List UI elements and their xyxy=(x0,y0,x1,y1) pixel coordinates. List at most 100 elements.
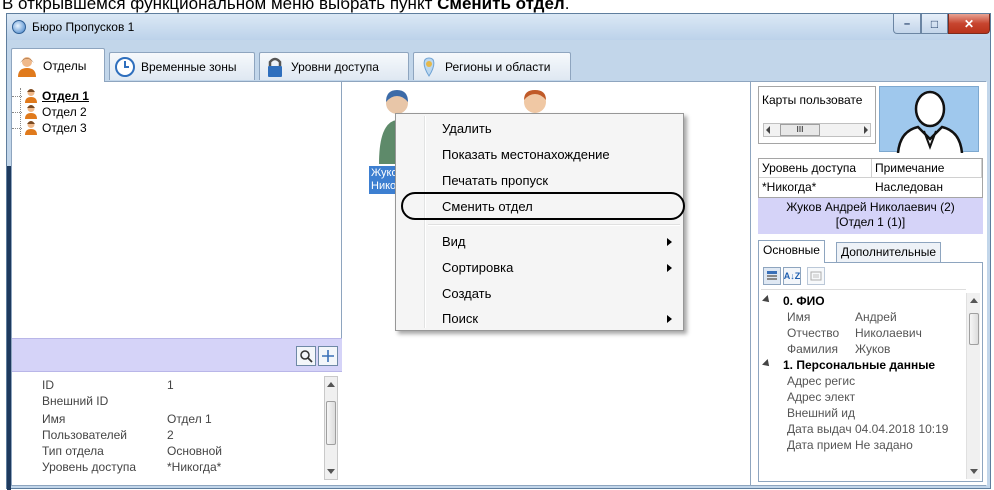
person-icon xyxy=(18,56,36,77)
menu-separator xyxy=(428,224,680,226)
property-row[interactable]: Дата прием Не задано xyxy=(787,437,913,453)
property-row[interactable]: Отчество Николаевич xyxy=(787,325,922,341)
region-icon xyxy=(423,56,435,77)
maximize-icon: □ xyxy=(930,16,939,31)
scroll-thumb[interactable] xyxy=(969,313,979,345)
department-tree: Отдел 1 Отдел 2 Отдел 3 xyxy=(12,88,330,338)
property-row[interactable]: Дата выдач 04.04.2018 10:19 xyxy=(787,421,948,437)
minimize-button[interactable]: – xyxy=(893,14,921,34)
lock-icon xyxy=(268,57,282,77)
property-row[interactable]: Фамилия Жуков xyxy=(787,341,890,357)
prop-value: Отдел 1 xyxy=(167,412,212,426)
tab-access-levels[interactable]: Уровни доступа xyxy=(259,52,409,80)
prop-value: Основной xyxy=(167,444,223,458)
property-value: 04.04.2018 10:19 xyxy=(855,422,949,436)
app-icon xyxy=(12,20,26,34)
property-key: Имя xyxy=(787,310,811,324)
cards-scrollbar[interactable]: III xyxy=(763,123,871,137)
property-key: Дата выдач xyxy=(787,422,852,436)
scroll-thumb[interactable]: III xyxy=(780,124,820,136)
prop-value: 2 xyxy=(167,428,174,442)
prop-key: Уровень доступа xyxy=(42,460,137,474)
property-key: Адрес элект xyxy=(787,390,855,404)
category-label: 0. ФИО xyxy=(783,294,825,308)
tree-item-label: Отдел 3 xyxy=(42,121,87,135)
tree-item-dept-3[interactable]: Отдел 3 xyxy=(12,120,330,136)
user-info-band: Жуков Андрей Николаевич (2) [Отдел 1 (1)… xyxy=(758,198,983,234)
tab-label: Уровни доступа xyxy=(291,59,379,74)
scroll-up-icon xyxy=(970,298,978,303)
category-fio[interactable]: 0. ФИО xyxy=(763,293,825,309)
prop-value: 1 xyxy=(167,378,174,392)
menu-item-print-pass[interactable]: Печатать пропуск xyxy=(442,170,548,192)
window-left-edge xyxy=(7,166,11,490)
scroll-thumb[interactable] xyxy=(326,401,336,445)
prop-row: Пользователей 2 xyxy=(42,428,174,443)
tree-item-dept-2[interactable]: Отдел 2 xyxy=(12,104,330,120)
department-icon xyxy=(25,121,37,135)
prop-key: Внешний ID xyxy=(42,394,109,408)
properties-scrollbar[interactable] xyxy=(324,376,338,480)
property-key: Отчество xyxy=(787,326,840,340)
prop-row: Внешний ID xyxy=(42,394,167,409)
scroll-down-icon xyxy=(970,469,978,474)
categorized-button[interactable] xyxy=(763,267,781,285)
tab-regions[interactable]: Регионы и области xyxy=(413,52,571,80)
tab-label: Регионы и области xyxy=(445,59,551,74)
property-value: Андрей xyxy=(855,310,897,324)
prop-value: *Никогда* xyxy=(167,460,222,474)
menu-item-search[interactable]: Поиск xyxy=(442,308,673,330)
property-row[interactable]: Внешний ид xyxy=(787,405,855,421)
tree-item-dept-1[interactable]: Отдел 1 xyxy=(12,88,330,104)
prop-key: Пользователей xyxy=(42,428,127,442)
sort-alpha-button[interactable]: A↓Z xyxy=(783,267,801,285)
close-button[interactable]: ✕ xyxy=(948,14,990,34)
prop-key: Имя xyxy=(42,412,66,426)
title-bar[interactable]: Бюро Пропусков 1 – □ ✕ xyxy=(7,14,990,40)
property-row[interactable]: Имя Андрей xyxy=(787,309,897,325)
scroll-left-icon xyxy=(766,126,770,134)
department-toolbar xyxy=(12,338,342,372)
grid-header[interactable]: Примечание xyxy=(872,159,982,178)
property-key: Адрес регис xyxy=(787,374,855,388)
tree-branch xyxy=(12,112,22,113)
window-title: Бюро Пропусков 1 xyxy=(32,20,135,34)
user-department: [Отдел 1 (1)] xyxy=(835,215,906,229)
property-grid-scrollbar[interactable] xyxy=(966,293,980,479)
close-icon: ✕ xyxy=(963,16,975,31)
menu-item-show-location[interactable]: Показать местонахождение xyxy=(442,144,610,166)
grid-header[interactable]: Уровень доступа xyxy=(759,159,872,178)
tab-additional[interactable]: Дополнительные xyxy=(836,242,941,262)
category-personal-data[interactable]: 1. Персональные данные xyxy=(763,357,935,373)
tree-item-label: Отдел 1 xyxy=(42,89,89,103)
tab-main[interactable]: Основные xyxy=(758,240,825,263)
maximize-button[interactable]: □ xyxy=(921,14,948,34)
scroll-right-icon xyxy=(864,126,868,134)
property-value: Николаевич xyxy=(855,326,922,340)
tab-departments[interactable]: Отделы xyxy=(11,48,105,82)
user-photo xyxy=(879,86,979,154)
property-pages-button[interactable] xyxy=(807,267,825,285)
menu-item-sort[interactable]: Сортировка xyxy=(442,257,674,279)
property-key: Дата прием xyxy=(787,438,852,452)
property-pages-icon xyxy=(810,271,822,281)
add-button[interactable] xyxy=(318,346,338,366)
menu-item-view[interactable]: Вид xyxy=(442,231,668,253)
instruction-caption: В открывшемся функциональном меню выбрат… xyxy=(2,0,570,13)
cards-label: Карты пользовате xyxy=(762,93,863,107)
property-key: Внешний ид xyxy=(787,406,855,420)
department-icon xyxy=(25,89,37,103)
access-level-grid: Уровень доступа Примечание *Никогда* Нас… xyxy=(758,158,983,198)
departments-panel: Отдел 1 Отдел 2 Отдел 3 ID 1 Внешний ID … xyxy=(12,82,342,485)
property-row[interactable]: Адрес регис xyxy=(787,373,855,389)
menu-item-delete[interactable]: Удалить xyxy=(442,118,492,140)
tab-label: Временные зоны xyxy=(141,59,237,74)
search-button[interactable] xyxy=(296,346,316,366)
property-row[interactable]: Адрес элект xyxy=(787,389,855,405)
tab-time-zones[interactable]: Временные зоны xyxy=(109,52,255,80)
grid-cell: *Никогда* xyxy=(762,180,817,194)
clock-icon xyxy=(115,56,135,77)
menu-item-create[interactable]: Создать xyxy=(442,283,491,305)
prop-key: ID xyxy=(42,378,54,392)
categorized-icon xyxy=(767,271,777,280)
